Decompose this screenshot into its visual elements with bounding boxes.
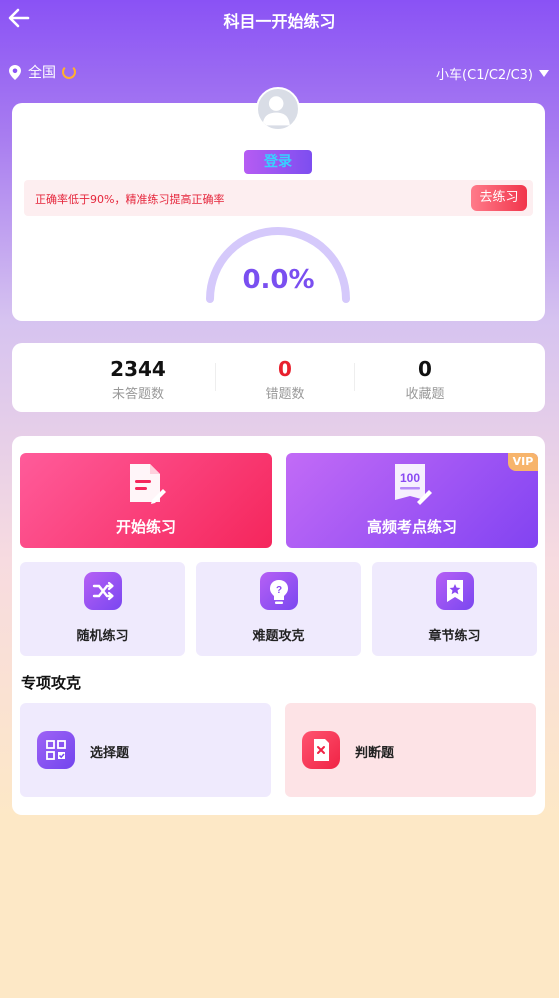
document-x-icon (302, 731, 340, 769)
start-practice-button[interactable]: 开始练习 (20, 453, 272, 548)
stat-wrong-value: 0 (278, 357, 292, 381)
lightbulb-question-icon: ? (259, 572, 298, 610)
hard-questions-button[interactable]: ? 难题攻克 (196, 562, 361, 656)
true-false-label: 判断题 (355, 746, 395, 761)
stat-favorites-label: 收藏题 (405, 387, 445, 402)
chapter-practice-button[interactable]: 章节练习 (372, 562, 537, 656)
high-frequency-practice-button[interactable]: 100 高频考点练习 VIP (286, 453, 538, 548)
accuracy-tip-bar: 正确率低于90%，精准练习提高正确率 去练习 (24, 180, 533, 216)
multiple-choice-label: 选择题 (90, 746, 130, 761)
random-practice-label: 随机练习 (76, 629, 129, 644)
true-false-button[interactable]: 判断题 (285, 703, 536, 797)
stat-unanswered-label: 未答题数 (111, 387, 164, 402)
svg-text:100: 100 (400, 471, 420, 485)
page-title: 科目一开始练习 (223, 12, 336, 31)
grid-check-icon (37, 731, 75, 769)
special-section-title: 专项攻克 (21, 674, 82, 692)
stat-wrong[interactable]: 0 错题数 (215, 357, 355, 402)
high-frequency-practice-label: 高频考点练习 (366, 518, 457, 536)
score-100-icon: 100 (395, 464, 432, 505)
svg-text:?: ? (275, 585, 281, 596)
document-edit-icon (130, 464, 166, 504)
vehicle-selector[interactable]: 小车(C1/C2/C3) (436, 64, 549, 83)
dropdown-caret-icon (539, 70, 549, 77)
vehicle-label: 小车(C1/C2/C3) (436, 68, 533, 83)
bookmark-star-icon (435, 572, 474, 610)
stat-favorites-value: 0 (418, 357, 432, 381)
random-practice-button[interactable]: 随机练习 (20, 562, 185, 656)
top-bar: 科目一开始练习 (0, 0, 559, 38)
vip-badge: VIP (508, 453, 538, 471)
stat-favorites[interactable]: 0 收藏题 (355, 357, 495, 402)
stat-wrong-label: 错题数 (265, 387, 305, 402)
profile-card: 登录 正确率低于90%，精准练习提高正确率 去练习 0.0% (12, 87, 545, 321)
chapter-practice-label: 章节练习 (428, 629, 481, 644)
practice-card: 开始练习 100 高频考点练习 VIP 随机练习 ? 难题攻克 章节练习 专项攻… (12, 436, 545, 815)
accuracy-tip-text: 正确率低于90%，精准练习提高正确率 (35, 193, 225, 206)
user-avatar-icon (262, 96, 290, 126)
shuffle-icon (83, 572, 122, 610)
go-practice-button[interactable]: 去练习 (471, 185, 527, 211)
location-label: 全国 (28, 65, 56, 81)
multiple-choice-button[interactable]: 选择题 (20, 703, 271, 797)
start-practice-label: 开始练习 (115, 518, 176, 536)
location-selector[interactable]: 全国 (8, 62, 76, 82)
accuracy-value: 0.0% (242, 265, 315, 295)
location-pin-icon (9, 64, 21, 80)
stat-unanswered-value: 2344 (110, 357, 166, 381)
login-button[interactable]: 登录 (244, 150, 312, 174)
stat-unanswered[interactable]: 2344 未答题数 (68, 357, 208, 402)
refresh-icon[interactable] (62, 65, 76, 79)
avatar[interactable] (256, 87, 300, 131)
hard-questions-label: 难题攻克 (252, 629, 305, 644)
stats-card: 2344 未答题数 0 错题数 0 收藏题 (12, 343, 545, 412)
